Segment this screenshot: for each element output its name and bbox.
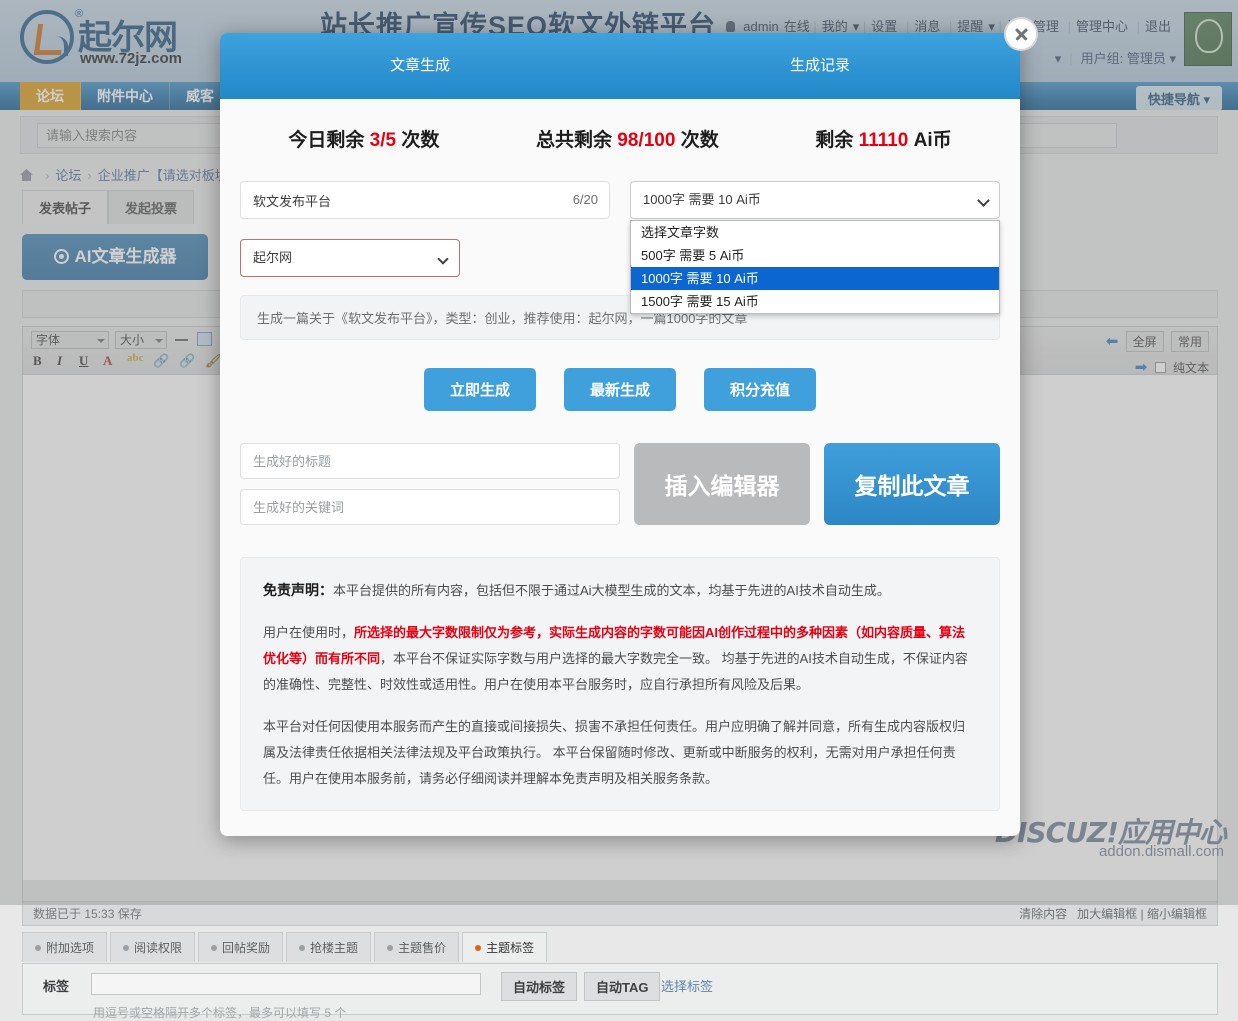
chevron-down-icon (437, 253, 448, 264)
extra-options-tabs: 附加选项 阅读权限 回帖奖励 抢楼主题 主题售价 主题标签 (22, 932, 550, 962)
stat-total-suffix: 次数 (681, 130, 719, 151)
stat-coins: 剩余 11110 Ai币 (815, 125, 951, 152)
stat-total-prefix: 总共剩余 (536, 130, 612, 151)
enlarge-editor-link[interactable]: 加大编辑框 (1077, 907, 1137, 921)
copy-article-button[interactable]: 复制此文章 (824, 443, 1000, 525)
modal-tab-article-generation[interactable]: 文章生成 (220, 33, 620, 99)
word-count-selected-label: 1000字 需要 10 Ai币 (643, 192, 761, 207)
modal-body: 今日剩余 3/5 次数 总共剩余 98/100 次数 剩余 11110 Ai币 … (220, 99, 1020, 811)
stat-coin-suffix: Ai币 (914, 130, 952, 151)
option-placeholder[interactable]: 选择文章字数 (631, 221, 999, 244)
editor-status-right: 清除内容 加大编辑框 | 缩小编辑框 (1019, 902, 1207, 926)
result-fields (240, 443, 620, 525)
btab-label: 回帖奖励 (222, 941, 270, 955)
result-row: 插入编辑器 复制此文章 (240, 443, 1000, 525)
clear-content-link[interactable]: 清除内容 (1019, 907, 1067, 921)
auto-tag-button[interactable]: 自动标签 (501, 972, 577, 1001)
disclaimer-p1: 本平台提供的所有内容，包括但不限于通过Ai大模型生成的文本，均基于先进的AI技术… (333, 583, 890, 598)
generate-now-button[interactable]: 立即生成 (424, 368, 536, 411)
status-dot-icon (211, 945, 217, 951)
tag-input[interactable] (91, 973, 481, 995)
stat-total: 总共剩余 98/100 次数 (536, 125, 719, 152)
option-500[interactable]: 500字 需要 5 Ai币 (631, 244, 999, 267)
tag-panel: 标签 自动标签 自动TAG 选择标签 用逗号或空格隔开多个标签，最多可以填写 5… (22, 963, 1218, 1015)
latest-generation-button[interactable]: 最新生成 (564, 368, 676, 411)
btab-label: 抢楼主题 (310, 941, 358, 955)
option-1000[interactable]: 1000字 需要 10 Ai币 (631, 267, 999, 290)
topic-and-length-row: 6/20 1000字 需要 10 Ai币 选择文章字数 500字 需要 5 Ai… (240, 181, 1000, 219)
btab-grab-floor[interactable]: 抢楼主题 (286, 932, 371, 962)
shrink-editor-link[interactable]: 缩小编辑框 (1147, 907, 1207, 921)
stat-today-value: 3/5 (370, 130, 396, 151)
stat-today-prefix: 今日剩余 (288, 130, 364, 151)
stat-today-suffix: 次数 (401, 130, 439, 151)
btab-additional-options[interactable]: 附加选项 (22, 932, 107, 962)
btab-reply-reward[interactable]: 回帖奖励 (198, 932, 283, 962)
save-status: 数据已于 15:33 保存 (33, 907, 142, 921)
word-count-select-wrap: 1000字 需要 10 Ai币 选择文章字数 500字 需要 5 Ai币 100… (630, 181, 1000, 219)
disclaimer-paragraph-2: 用户在使用时，所选择的最大字数限制仅为参考，实际生成内容的字数可能因AI创作过程… (263, 620, 977, 698)
tag-label: 标签 (43, 976, 69, 995)
stat-total-value: 98/100 (617, 130, 675, 151)
modal-header: 文章生成 生成记录 (220, 33, 1020, 99)
disclaimer-p2-lead: 用户在使用时， (263, 625, 354, 640)
topic-field-wrap: 6/20 (240, 181, 610, 219)
tag-hint: 用逗号或空格隔开多个标签，最多可以填写 5 个 (93, 1004, 346, 1021)
btab-thread-price[interactable]: 主题售价 (374, 932, 459, 962)
btab-thread-tags[interactable]: 主题标签 (462, 932, 547, 962)
word-count-select[interactable]: 1000字 需要 10 Ai币 (630, 181, 1000, 219)
status-dot-icon (387, 945, 393, 951)
btab-label: 阅读权限 (134, 941, 182, 955)
auto-tag2-button[interactable]: 自动TAG (584, 972, 660, 1001)
status-dot-icon (35, 945, 41, 951)
chevron-down-icon (977, 194, 990, 207)
btab-label: 主题标签 (486, 941, 534, 955)
stat-coin-prefix: 剩余 (815, 130, 853, 151)
close-icon[interactable] (1004, 17, 1038, 51)
disclaimer-box: 免责声明：本平台提供的所有内容，包括但不限于通过Ai大模型生成的文本，均基于先进… (240, 557, 1000, 811)
ai-article-modal: 文章生成 生成记录 今日剩余 3/5 次数 总共剩余 98/100 次数 剩余 … (220, 33, 1020, 836)
status-dot-icon (123, 945, 129, 951)
modal-tab-generation-history[interactable]: 生成记录 (620, 33, 1020, 99)
stat-today: 今日剩余 3/5 次数 (288, 125, 439, 152)
disclaimer-title: 免责声明： (263, 582, 333, 598)
btab-label: 主题售价 (398, 941, 446, 955)
disclaimer-paragraph-3: 本平台对任何因使用本服务而产生的直接或间接损失、损害不承担任何责任。用户应明确了… (263, 714, 977, 792)
status-dot-icon (299, 945, 305, 951)
disclaimer-paragraph-1: 免责声明：本平台提供的所有内容，包括但不限于通过Ai大模型生成的文本，均基于先进… (263, 576, 977, 604)
topic-char-counter: 6/20 (573, 192, 598, 207)
btab-label: 附加选项 (46, 941, 94, 955)
quota-stats: 今日剩余 3/5 次数 总共剩余 98/100 次数 剩余 11110 Ai币 (240, 99, 1000, 177)
stat-coin-value: 11110 (859, 130, 909, 151)
result-keyword-input[interactable] (240, 489, 620, 525)
word-count-options: 选择文章字数 500字 需要 5 Ai币 1000字 需要 10 Ai币 150… (630, 220, 1000, 314)
action-button-row: 立即生成 最新生成 积分充值 (240, 368, 1000, 411)
topic-input[interactable] (240, 181, 610, 219)
result-title-input[interactable] (240, 443, 620, 479)
site-select[interactable]: 起尔网 (240, 239, 460, 277)
option-1500[interactable]: 1500字 需要 15 Ai币 (631, 290, 999, 313)
select-tag-link[interactable]: 选择标签 (661, 976, 713, 995)
status-dot-icon (475, 945, 481, 951)
insert-editor-button[interactable]: 插入编辑器 (634, 443, 810, 525)
btab-read-permission[interactable]: 阅读权限 (110, 932, 195, 962)
recharge-points-button[interactable]: 积分充值 (704, 368, 816, 411)
site-selected-label: 起尔网 (253, 250, 292, 265)
